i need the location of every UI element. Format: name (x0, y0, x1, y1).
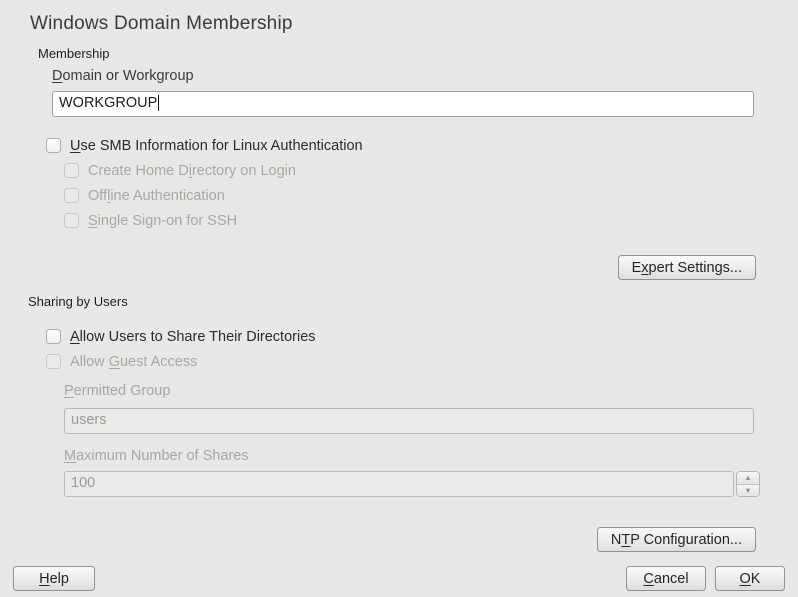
label-mnemonic: D (52, 68, 62, 84)
checkbox-label: Create Home Directory on Login (88, 163, 296, 179)
label-part: uest Access (120, 354, 197, 370)
sharing-section-label: Sharing by Users (28, 294, 798, 309)
max-shares-label: Maximum Number of Shares (64, 448, 798, 464)
label-part: Off (88, 188, 107, 204)
label-mnemonic: P (64, 383, 74, 399)
checkbox-label: Allow Users to Share Their Directories (70, 329, 316, 345)
checkbox-allow-users-share[interactable]: Allow Users to Share Their Directories (46, 327, 798, 346)
ntp-configuration-button[interactable]: NTP Configuration... (597, 527, 756, 552)
domain-workgroup-label: Domain or Workgroup (52, 68, 798, 84)
input-text: WORKGROUP (59, 95, 157, 111)
label-mnemonic: A (70, 329, 80, 345)
spin-down-button: ▼ (737, 484, 759, 497)
label-part: rectory on Login (192, 163, 296, 179)
checkbox-offline-authentication: Offline Authentication (64, 186, 798, 205)
spin-up-button: ▲ (737, 472, 759, 484)
label-part: Create Home D (88, 163, 189, 179)
label-mnemonic: U (70, 138, 80, 154)
label-mnemonic: S (88, 213, 98, 229)
checkbox-allow-guest-access: Allow Guest Access (46, 352, 798, 371)
label-part: se SMB Information for Linux Authenticat… (80, 138, 362, 154)
cancel-button[interactable]: Cancel (626, 566, 706, 591)
label-part: Allow (70, 354, 109, 370)
label-part: ermitted Group (74, 383, 171, 399)
label-text: Membership (38, 46, 110, 61)
expert-settings-button[interactable]: Expert Settings... (618, 255, 756, 280)
checkbox-icon[interactable] (46, 138, 61, 153)
spin-buttons: ▲ ▼ (736, 471, 760, 497)
checkbox-label: Single Sign-on for SSH (88, 213, 237, 229)
label-part: ine Authentication (110, 188, 224, 204)
checkbox-create-home-directory: Create Home Directory on Login (64, 161, 798, 180)
label-mnemonic: T (621, 532, 630, 548)
label-text: Sharing by Users (28, 294, 128, 309)
label-part: elp (50, 571, 69, 587)
help-button[interactable]: Help (13, 566, 95, 591)
checkbox-icon[interactable] (46, 329, 61, 344)
page-title: Windows Domain Membership (30, 0, 798, 35)
checkbox-icon (64, 188, 79, 203)
page-title-text: Windows Domain Membership (30, 13, 293, 34)
label-mnemonic: G (109, 354, 120, 370)
label-part: omain or Workgroup (62, 68, 193, 84)
max-shares-input: 100 (64, 471, 734, 497)
permitted-group-label: Permitted Group (64, 383, 798, 399)
dialog-button-bar: Help Cancel OK (0, 566, 798, 591)
checkbox-icon (46, 354, 61, 369)
checkbox-icon (64, 213, 79, 228)
checkbox-icon (64, 163, 79, 178)
label-part: ancel (654, 571, 689, 587)
label-part: N (611, 532, 621, 548)
membership-section-label: Membership (38, 46, 798, 61)
max-shares-spinbox: 100 ▲ ▼ (64, 471, 798, 497)
label-mnemonic: x (641, 260, 648, 276)
label-part: E (632, 260, 642, 276)
label-mnemonic: C (643, 571, 653, 587)
label-part: ingle Sign-on for SSH (98, 213, 237, 229)
label-part: P Configuration... (630, 532, 742, 548)
label-mnemonic: M (64, 448, 76, 464)
checkbox-single-sign-on-ssh: Single Sign-on for SSH (64, 211, 798, 230)
label-part: aximum Number of Shares (76, 448, 248, 464)
label-part: pert Settings... (649, 260, 743, 276)
text-cursor (158, 95, 159, 111)
spin-up-icon: ▲ (744, 474, 751, 482)
checkbox-use-smb-auth[interactable]: Use SMB Information for Linux Authentica… (46, 136, 798, 155)
checkbox-label: Allow Guest Access (70, 354, 197, 370)
input-text: 100 (71, 475, 95, 491)
permitted-group-input: users (64, 408, 754, 434)
input-text: users (71, 412, 106, 428)
label-part: K (751, 571, 761, 587)
app-window: Windows Domain Membership Membership Dom… (0, 0, 798, 597)
label-part: llow Users to Share Their Directories (80, 329, 316, 345)
ok-button[interactable]: OK (715, 566, 785, 591)
spin-down-icon: ▼ (744, 487, 751, 495)
label-mnemonic: O (740, 571, 751, 587)
checkbox-label: Use SMB Information for Linux Authentica… (70, 138, 363, 154)
domain-workgroup-input[interactable]: WORKGROUP (52, 91, 754, 117)
label-mnemonic: H (39, 571, 49, 587)
checkbox-label: Offline Authentication (88, 188, 225, 204)
